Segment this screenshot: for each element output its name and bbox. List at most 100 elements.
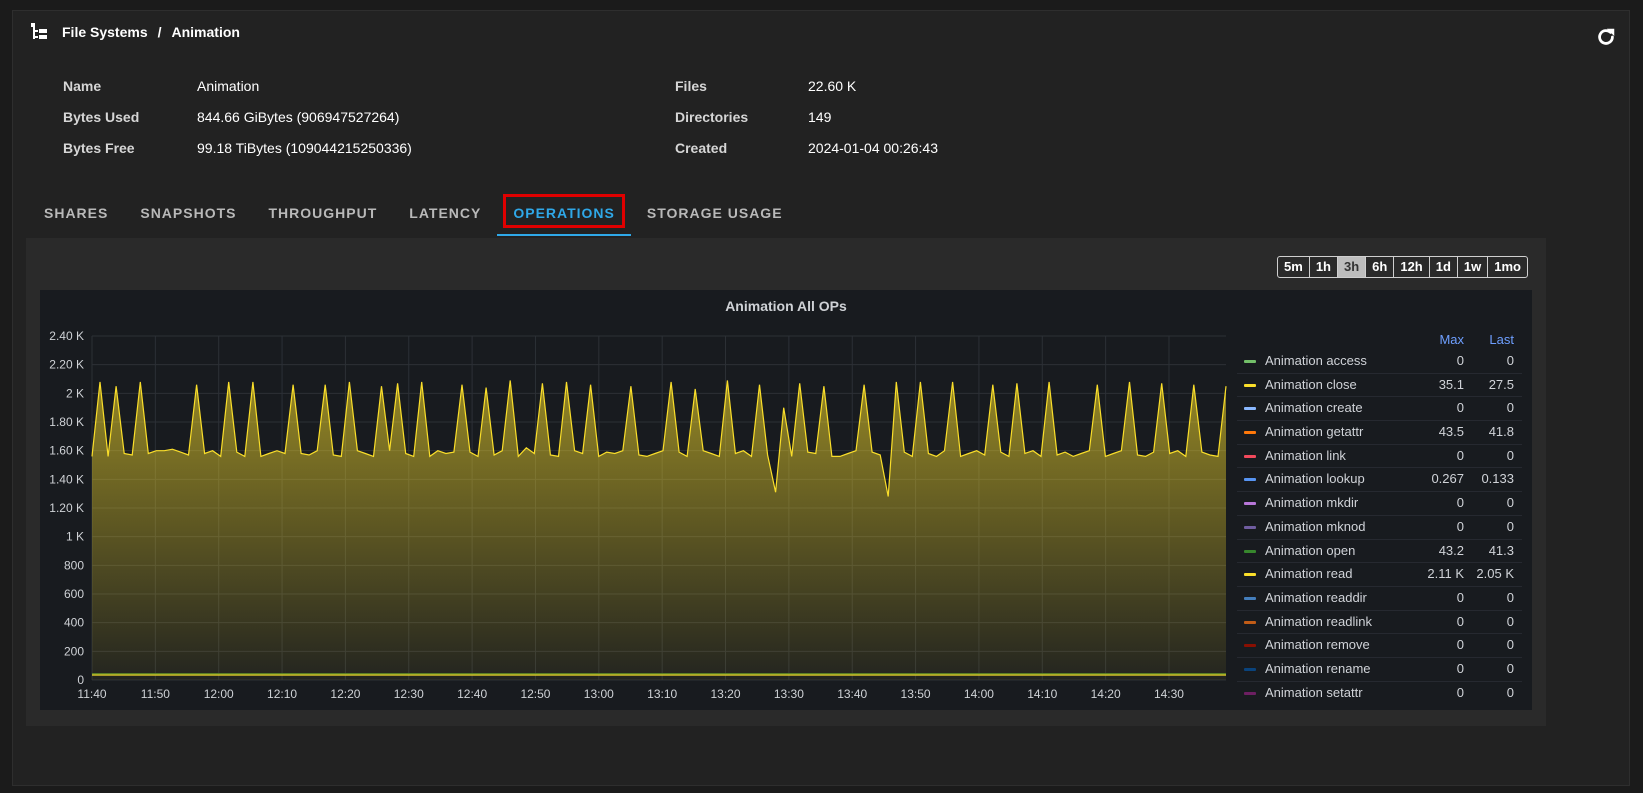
legend-item[interactable]: Animation read 2.11 K 2.05 K <box>1237 563 1522 587</box>
legend-item[interactable]: Animation link 0 0 <box>1237 445 1522 469</box>
x-tick-label: 13:30 <box>774 687 804 701</box>
legend-item[interactable]: Animation close 35.1 27.5 <box>1237 374 1522 398</box>
tab-latency[interactable]: LATENCY <box>393 190 497 236</box>
legend-series-name: Animation readdir <box>1265 589 1367 605</box>
created-label: Created <box>675 140 728 156</box>
legend-swatch <box>1244 383 1256 387</box>
name-value: Animation <box>197 78 260 94</box>
y-tick-label: 400 <box>64 616 84 630</box>
directories-label: Directories <box>675 109 749 125</box>
range-6h-button[interactable]: 6h <box>1366 257 1395 277</box>
legend-series-name: Animation create <box>1265 400 1363 416</box>
range-3h-button[interactable]: 3h <box>1338 257 1367 277</box>
legend-max-header[interactable]: Max <box>1439 332 1464 347</box>
tab-label: SNAPSHOTS <box>140 205 237 221</box>
legend-last-value: 0 <box>1506 495 1514 511</box>
legend-last-value: 41.3 <box>1488 542 1514 558</box>
range-1w-button[interactable]: 1w <box>1458 257 1489 277</box>
y-tick-label: 800 <box>64 558 84 572</box>
x-tick-label: 13:40 <box>837 687 867 701</box>
x-tick-label: 14:30 <box>1154 687 1184 701</box>
legend-series-name: Animation getattr <box>1265 424 1364 440</box>
legend-last-value: 0 <box>1506 400 1514 416</box>
time-range-selector: 5m 1h 3h 6h 12h 1d 1w 1mo <box>1277 256 1528 278</box>
legend-series-name: Animation read <box>1265 566 1353 582</box>
tab-shares[interactable]: SHARES <box>28 190 124 236</box>
legend-swatch <box>1244 360 1256 363</box>
legend-item[interactable]: Animation mkdir 0 0 <box>1237 492 1522 516</box>
tab-snapshots[interactable]: SNAPSHOTS <box>124 190 252 236</box>
tab-label: THROUGHPUT <box>268 205 378 221</box>
legend-swatch <box>1244 691 1256 695</box>
x-tick-label: 12:10 <box>267 687 297 701</box>
range-1mo-button[interactable]: 1mo <box>1488 257 1527 277</box>
legend-swatch <box>1244 549 1256 553</box>
x-tick-label: 14:20 <box>1091 687 1121 701</box>
range-12h-button[interactable]: 12h <box>1394 257 1430 277</box>
legend-swatch <box>1244 596 1256 600</box>
name-label: Name <box>63 78 102 94</box>
legend-last-value: 0 <box>1506 637 1514 653</box>
range-1h-button[interactable]: 1h <box>1310 257 1338 277</box>
legend-last-value: 0 <box>1506 589 1514 605</box>
legend-max-value: 0 <box>1456 447 1464 463</box>
legend-item[interactable]: Animation create 0 0 <box>1237 397 1522 422</box>
x-tick-label: 13:20 <box>711 687 741 701</box>
breadcrumb: File Systems / Animation <box>30 22 240 42</box>
legend-series-name: Animation lookup <box>1265 471 1365 487</box>
legend-last-value: 0 <box>1506 518 1514 534</box>
chart-legend: Max Last Animation access 0 0 Animation clo… <box>1237 332 1522 698</box>
legend-last-value: 27.5 <box>1488 376 1514 392</box>
legend-last-value: 0 <box>1506 660 1514 676</box>
range-1d-button[interactable]: 1d <box>1430 257 1458 277</box>
legend-series-name: Animation mknod <box>1265 518 1366 534</box>
range-5m-button[interactable]: 5m <box>1278 257 1310 277</box>
x-tick-label: 12:40 <box>457 687 487 701</box>
operations-chart: Animation All OPs 0 200 400 600 800 1 K 1.20 K… <box>40 290 1532 710</box>
legend-item[interactable]: Animation readdir 0 0 <box>1237 587 1522 611</box>
legend-item[interactable]: Animation setattr 0 0 <box>1237 682 1522 698</box>
highlight-box <box>503 194 625 228</box>
tab-throughput[interactable]: THROUGHPUT <box>252 190 393 236</box>
y-tick-label: 1.20 K <box>49 501 84 515</box>
directories-value: 149 <box>808 109 832 125</box>
tab-storage-usage[interactable]: STORAGE USAGE <box>631 190 799 236</box>
legend-item[interactable]: Animation readlink 0 0 <box>1237 611 1522 635</box>
legend-last-value: 41.8 <box>1488 424 1514 440</box>
legend-max-value: 43.5 <box>1438 424 1464 440</box>
file-tree-icon <box>31 23 47 39</box>
x-tick-label: 11:40 <box>77 687 106 701</box>
x-tick-label: 12:00 <box>204 687 234 701</box>
legend-item[interactable]: Animation open 43.2 41.3 <box>1237 540 1522 564</box>
refresh-icon[interactable] <box>1595 26 1617 48</box>
legend-item[interactable]: Animation remove 0 0 <box>1237 634 1522 658</box>
legend-item[interactable]: Animation lookup 0.267 0.133 <box>1237 468 1522 493</box>
legend-item[interactable]: Animation getattr 43.5 41.8 <box>1237 421 1522 445</box>
legend-max-value: 0 <box>1456 495 1464 511</box>
tab-label: LATENCY <box>409 205 482 221</box>
legend-series-name: Animation remove <box>1265 637 1370 653</box>
legend-series-name: Animation open <box>1265 542 1356 558</box>
legend-last-header[interactable]: Last <box>1489 332 1514 347</box>
legend-item[interactable]: Animation rename 0 0 <box>1237 658 1522 682</box>
breadcrumb-root[interactable]: File Systems <box>62 24 148 40</box>
legend-max-value: 0 <box>1456 684 1464 698</box>
chart-plot: 0 200 400 600 800 1 K 1.20 K 1.40 K 1.60 K 1.80 K… <box>49 329 1227 701</box>
y-tick-label: 0 <box>77 673 84 687</box>
bytes-free-label: Bytes Free <box>63 140 135 156</box>
legend-swatch <box>1244 407 1256 411</box>
legend-last-value: 2.05 K <box>1476 566 1514 582</box>
legend-item[interactable]: Animation mknod 0 0 <box>1237 516 1522 540</box>
x-tick-label: 13:10 <box>647 687 677 701</box>
x-tick-label: 12:30 <box>394 687 424 701</box>
operations-panel: 5m 1h 3h 6h 12h 1d 1w 1mo Animation All … <box>26 238 1546 726</box>
legend-series-name: Animation link <box>1265 447 1346 463</box>
x-tick-label: 14:00 <box>964 687 994 701</box>
y-tick-label: 1 K <box>66 530 84 544</box>
tab-operations[interactable]: OPERATIONS <box>497 190 631 236</box>
tab-bar: SHARES SNAPSHOTS THROUGHPUT LATENCY OPER… <box>28 190 799 236</box>
legend-item[interactable]: Animation access 0 0 <box>1237 350 1522 374</box>
legend-max-value: 43.2 <box>1438 542 1464 558</box>
legend-last-value: 0.133 <box>1481 471 1514 487</box>
tab-label: STORAGE USAGE <box>646 205 783 221</box>
